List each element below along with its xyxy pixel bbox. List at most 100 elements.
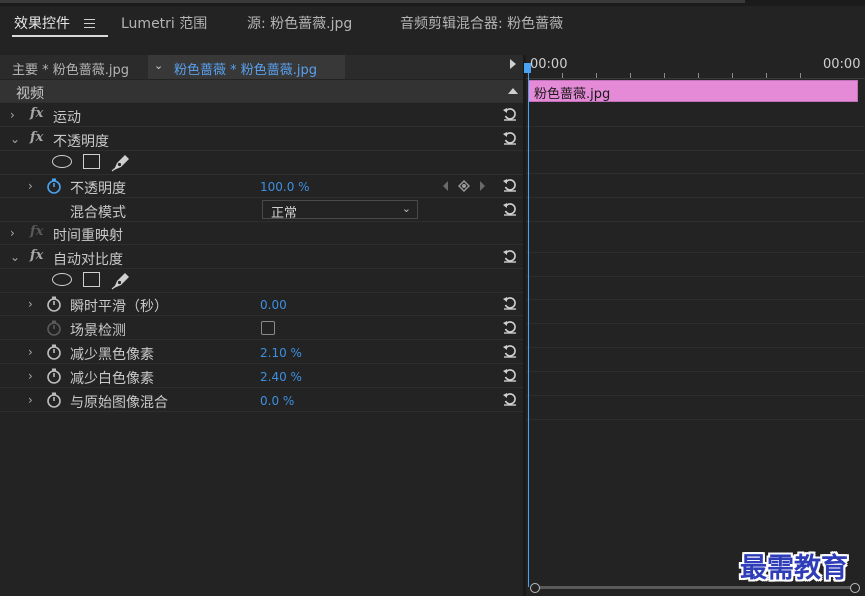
param-value[interactable]: 100.0 % [260, 180, 310, 194]
reset-icon[interactable] [502, 343, 518, 359]
param-row-temporal-smoothing[interactable]: › 瞬时平滑（秒） 0.00 [0, 293, 525, 316]
param-value[interactable]: 2.10 % [260, 346, 302, 360]
reset-icon[interactable] [502, 201, 518, 217]
chevron-right-icon[interactable]: › [28, 393, 33, 407]
tab-effect-controls[interactable]: 效果控件 [14, 13, 70, 33]
effects-list: 视频 › fx 运动 ⌄ fx 不透明度 › 不透明度 100.0 % 混合模式… [0, 80, 525, 596]
fx-icon[interactable]: fx [30, 106, 43, 121]
ruler-tick [664, 73, 665, 78]
tab-lumetri-scopes[interactable]: Lumetri 范围 [121, 13, 207, 33]
fx-icon[interactable]: fx [30, 130, 43, 145]
pen-mask-icon[interactable] [110, 270, 132, 290]
fx-icon[interactable]: fx [30, 248, 43, 263]
lane-divider [526, 419, 865, 420]
stopwatch-icon-disabled [47, 320, 61, 336]
section-header-video: 视频 [0, 80, 525, 103]
ellipse-mask-icon[interactable] [52, 155, 72, 168]
param-value[interactable]: 0.00 [260, 298, 287, 312]
reset-icon[interactable] [502, 391, 518, 407]
lane-divider [526, 323, 865, 324]
watermark-logo: 最需教育 [740, 553, 848, 584]
param-label: 与原始图像混合 [70, 395, 168, 411]
stopwatch-icon[interactable] [46, 368, 62, 384]
chevron-down-icon[interactable]: ⌄ [10, 250, 20, 264]
param-row-black-clip[interactable]: › 减少黑色像素 2.10 % [0, 341, 525, 364]
scrollbar-right-handle[interactable] [850, 583, 860, 593]
chevron-right-icon[interactable]: › [10, 108, 15, 122]
mask-tools-row [0, 269, 525, 293]
tab-audio-clip-mixer[interactable]: 音频剪辑混合器: 粉色蔷薇 [400, 13, 563, 33]
stopwatch-icon[interactable] [46, 296, 62, 312]
effect-row-time-remapping[interactable]: › fx 时间重映射 [0, 222, 525, 245]
timecode-start: 00:00 [530, 57, 568, 72]
lane-divider [526, 276, 865, 277]
param-row-opacity[interactable]: › 不透明度 100.0 % [0, 175, 525, 198]
param-value[interactable]: 0.0 % [260, 394, 294, 408]
effect-name: 时间重映射 [53, 228, 123, 244]
stopwatch-icon[interactable] [46, 344, 62, 360]
ruler-tick [596, 73, 597, 78]
reset-icon[interactable] [502, 177, 518, 193]
timecode-end: 00:00 [823, 57, 861, 72]
tab-source[interactable]: 源: 粉色蔷薇.jpg [247, 13, 352, 33]
reset-icon[interactable] [502, 295, 518, 311]
chevron-down-icon[interactable]: ⌄ [402, 202, 411, 215]
lane-divider [526, 299, 865, 300]
panel-tab-bar: 效果控件 Lumetri 范围 源: 粉色蔷薇.jpg 音频剪辑混合器: 粉色蔷… [0, 0, 865, 40]
reset-icon[interactable] [502, 106, 518, 122]
rectangle-mask-icon[interactable] [83, 272, 100, 287]
param-row-scene-detect[interactable]: 场景检测 [0, 317, 525, 340]
param-value[interactable]: 2.40 % [260, 370, 302, 384]
ruler-tick [800, 73, 801, 78]
chevron-right-icon[interactable]: › [28, 297, 33, 311]
lane-divider [526, 173, 865, 174]
sequence-clip-selector[interactable]: ⌄ 粉色蔷薇 * 粉色蔷薇.jpg [148, 55, 345, 79]
scrollbar-track[interactable] [536, 586, 854, 589]
param-label: 混合模式 [70, 205, 126, 221]
panel-menu-icon[interactable] [84, 19, 95, 28]
sequence-clip-label[interactable]: 粉色蔷薇 * 粉色蔷薇.jpg [174, 59, 317, 78]
chevron-down-icon[interactable]: ⌄ [10, 132, 20, 146]
keyframe-navigator[interactable] [441, 180, 487, 192]
chevron-right-icon[interactable]: › [28, 369, 33, 383]
lane-divider [526, 221, 865, 222]
lane-divider [526, 197, 865, 198]
param-row-white-clip[interactable]: › 减少白色像素 2.40 % [0, 365, 525, 388]
mask-tools-row [0, 151, 525, 175]
stopwatch-icon-active[interactable] [46, 178, 62, 194]
show-timeline-toggle-icon[interactable] [510, 59, 516, 69]
clip-name: 粉色蔷薇.jpg [534, 87, 611, 102]
chevron-down-icon[interactable]: ⌄ [154, 59, 163, 72]
source-selector-row: 主要 * 粉色蔷薇.jpg ⌄ 粉色蔷薇 * 粉色蔷薇.jpg [0, 55, 525, 79]
playhead-line[interactable] [528, 63, 529, 587]
chevron-right-icon[interactable]: › [10, 226, 15, 240]
stopwatch-icon[interactable] [46, 392, 62, 408]
scene-detect-checkbox[interactable] [261, 321, 275, 335]
effect-timeline[interactable]: 00:00 00:00 粉色蔷薇.jpg [524, 55, 865, 596]
effect-row-motion[interactable]: › fx 运动 [0, 104, 525, 127]
reset-icon[interactable] [502, 130, 518, 146]
ruler-tick [698, 73, 699, 78]
effect-row-opacity[interactable]: ⌄ fx 不透明度 [0, 128, 525, 151]
chevron-right-icon[interactable]: › [28, 179, 33, 193]
rectangle-mask-icon[interactable] [83, 154, 100, 169]
time-ruler[interactable]: 00:00 00:00 [526, 55, 865, 79]
section-label: 视频 [16, 86, 44, 102]
effect-controls-panel: 效果控件 Lumetri 范围 源: 粉色蔷薇.jpg 音频剪辑混合器: 粉色蔷… [0, 0, 865, 596]
param-row-blend-mode[interactable]: 混合模式 正常 ⌄ [0, 199, 525, 222]
master-clip-label[interactable]: 主要 * 粉色蔷薇.jpg [12, 59, 129, 78]
ruler-tick [630, 73, 631, 78]
blend-mode-dropdown[interactable]: 正常 ⌄ [262, 200, 418, 221]
pen-mask-icon[interactable] [110, 152, 132, 172]
reset-icon[interactable] [502, 319, 518, 335]
effect-row-auto-contrast[interactable]: ⌄ fx 自动对比度 [0, 246, 525, 269]
reset-icon[interactable] [502, 367, 518, 383]
reset-icon[interactable] [502, 248, 518, 264]
scrollbar-left-handle[interactable] [530, 583, 540, 593]
timeline-clip[interactable]: 粉色蔷薇.jpg [528, 80, 858, 102]
lane-divider [526, 371, 865, 372]
chevron-right-icon[interactable]: › [28, 345, 33, 359]
param-row-blend-with-original[interactable]: › 与原始图像混合 0.0 % [0, 389, 525, 412]
ellipse-mask-icon[interactable] [52, 273, 72, 286]
collapse-up-icon[interactable] [508, 88, 518, 94]
